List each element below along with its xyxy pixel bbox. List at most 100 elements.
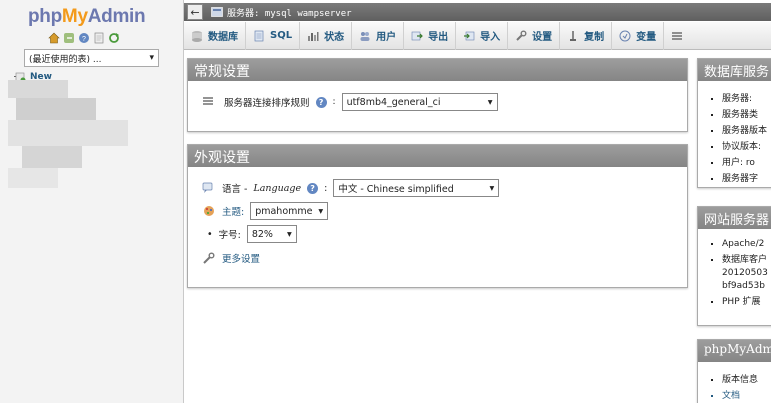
import-icon	[464, 31, 475, 40]
theme-label[interactable]: 主题:	[222, 204, 244, 218]
logo-my: My	[61, 6, 88, 27]
database-server-list: 服务器: 服务器类 服务器版本 协议版本: 用户: ro 服务器字	[698, 81, 771, 184]
fontsize-label: 字号:	[218, 230, 241, 241]
recent-tables-select[interactable]: (最近使用的表) ... ▾	[24, 49, 159, 67]
server-label-text: 服务器: mysql wampserver	[227, 8, 352, 19]
list-item: 版本信息	[722, 372, 771, 385]
chevron-down-icon: ▾	[318, 205, 324, 217]
server-breadcrumb-bar: ← 服务器: mysql wampserver	[184, 3, 771, 21]
app-root: phpMyAdmin ? (最近使用的表) ... ▾ New ← 服务器: m…	[0, 0, 771, 403]
reload-icon[interactable]	[108, 32, 120, 44]
chevron-down-icon: ▾	[287, 228, 292, 240]
fontsize-row: • 字号: 82% ▾	[202, 225, 673, 243]
tab-databases[interactable]: 数据库	[184, 21, 246, 50]
collation-value: utf8mb4_general_ci	[346, 96, 441, 108]
tab-replication-label: 复制	[584, 32, 605, 43]
chevron-down-icon: ▾	[487, 96, 493, 108]
database-icon	[192, 30, 202, 42]
users-icon	[360, 31, 370, 41]
svg-text:?: ?	[82, 36, 86, 43]
language-icon	[202, 182, 213, 193]
tab-sql-label: SQL	[270, 30, 293, 41]
list-item: bf9ad53b	[722, 281, 766, 291]
language-value: 中文 - Chinese simplified	[338, 184, 454, 195]
help-icon[interactable]: ?	[78, 32, 90, 44]
language-row: 语言 - Language ? : 中文 - Chinese simplifie…	[202, 179, 673, 197]
tab-users[interactable]: 用户	[352, 21, 405, 50]
list-item: 服务器版本	[722, 123, 771, 136]
list-item: 服务器:	[722, 91, 771, 104]
phpmyadmin-panel-title: phpMyAdmin	[698, 340, 771, 362]
blurred-database-list	[8, 80, 138, 188]
tab-more[interactable]	[664, 22, 690, 50]
help-icon[interactable]: ?	[315, 96, 327, 108]
tab-settings[interactable]: 设置	[508, 21, 561, 50]
web-server-panel: 网站服务器 Apache/2 数据库客户 20120503 bf9ad53b P…	[697, 206, 771, 326]
logo-admin: Admin	[87, 6, 146, 27]
language-select[interactable]: 中文 - Chinese simplified ▾	[333, 179, 500, 197]
breadcrumb[interactable]: 服务器: mysql wampserver	[211, 6, 352, 19]
phpmyadmin-list: 版本信息 文档	[698, 362, 771, 401]
tab-export-label: 导出	[428, 32, 449, 43]
tab-status[interactable]: 状态	[300, 21, 353, 50]
sql-icon	[254, 30, 264, 41]
collation-label: 服务器连接排序规则	[224, 98, 310, 109]
list-item: 服务器类	[722, 107, 771, 120]
phpmyadmin-logo[interactable]: phpMyAdmin	[28, 6, 146, 28]
documentation-icon[interactable]	[93, 32, 105, 44]
settings-wrench-icon	[516, 30, 527, 41]
wrench-icon	[203, 252, 215, 264]
tab-export[interactable]: 导出	[404, 21, 457, 50]
list-item: 用户: ro	[722, 155, 771, 168]
tab-variables-label: 变量	[636, 32, 657, 43]
database-server-title: 数据库服务	[698, 59, 771, 81]
more-menu-icon	[672, 31, 683, 40]
web-server-title: 网站服务器	[698, 207, 771, 229]
fontsize-select[interactable]: 82% ▾	[246, 225, 297, 243]
collation-icon	[203, 97, 213, 105]
theme-select[interactable]: pmahomme ▾	[250, 202, 329, 220]
list-item: PHP 扩展	[722, 294, 771, 307]
chevron-down-icon: ▾	[489, 182, 495, 194]
top-tab-menu: 数据库 SQL 状态 用户 导出 导入 设置 复制 变量	[184, 21, 771, 50]
variables-icon	[619, 30, 631, 41]
web-server-list: Apache/2 数据库客户 20120503 bf9ad53b PHP 扩展	[698, 229, 771, 307]
tab-users-label: 用户	[376, 32, 397, 43]
list-item: 服务器字	[722, 171, 771, 184]
list-item: 协议版本:	[722, 139, 771, 152]
logout-icon[interactable]	[63, 32, 75, 44]
general-settings-title: 常规设置	[188, 59, 687, 81]
chevron-down-icon: ▾	[149, 53, 154, 63]
collapse-navigation-button[interactable]: ←	[187, 4, 203, 20]
collation-select[interactable]: utf8mb4_general_ci ▾	[341, 93, 498, 111]
server-icon	[211, 7, 223, 17]
documentation-link[interactable]: 文档	[722, 388, 771, 401]
export-icon	[411, 31, 423, 40]
language-label: 语言 -	[222, 184, 248, 195]
tab-replication[interactable]: 复制	[560, 21, 613, 50]
list-item: 数据库客户	[722, 252, 771, 265]
list-item: Apache/2	[722, 239, 771, 249]
theme-row: 主题: pmahomme ▾	[202, 202, 673, 220]
tab-sql[interactable]: SQL	[246, 21, 301, 50]
phpmyadmin-panel: phpMyAdmin 版本信息 文档	[697, 339, 771, 403]
tab-status-label: 状态	[324, 32, 345, 43]
tab-settings-label: 设置	[532, 32, 553, 43]
replication-icon	[570, 30, 577, 41]
database-server-panel: 数据库服务 服务器: 服务器类 服务器版本 协议版本: 用户: ro 服务器字	[697, 58, 771, 188]
more-settings-row: 更多设置	[202, 251, 673, 265]
tab-import[interactable]: 导入	[456, 21, 509, 50]
help-icon[interactable]: ?	[307, 182, 319, 194]
list-item: 20120503	[722, 268, 768, 278]
appearance-settings-title: 外观设置	[188, 145, 687, 167]
tab-variables[interactable]: 变量	[612, 21, 665, 50]
home-icon[interactable]	[48, 32, 60, 44]
tab-databases-label: 数据库	[208, 32, 238, 43]
theme-icon	[204, 206, 214, 216]
more-settings-link[interactable]: 更多设置	[222, 251, 260, 265]
fontsize-value: 82%	[251, 228, 273, 240]
logo-php: php	[28, 6, 62, 27]
bullet-icon: •	[207, 228, 213, 240]
language-label-italic: Language	[253, 182, 302, 194]
navigation-panel: phpMyAdmin ? (最近使用的表) ... ▾ New	[0, 0, 184, 403]
